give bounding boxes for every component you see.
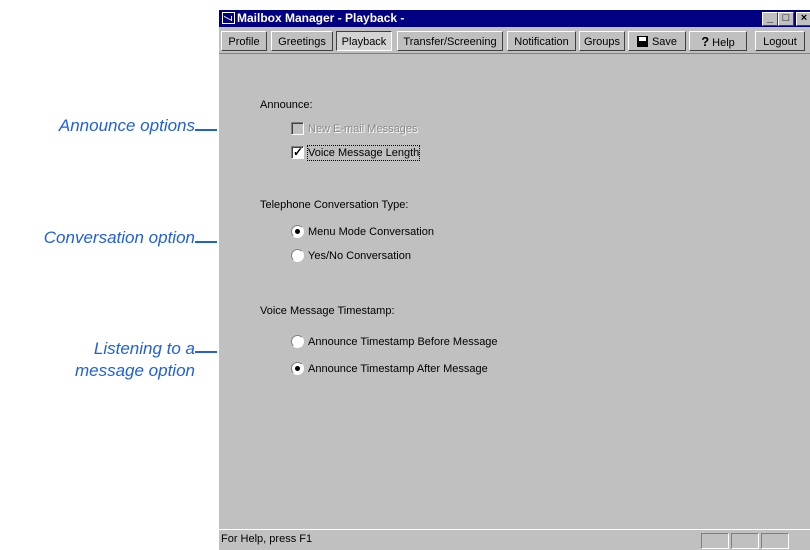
tab-profile[interactable]: Profile <box>221 31 267 51</box>
menu-mode-radio[interactable] <box>291 225 304 238</box>
timestamp-before-label: Announce Timestamp Before Message <box>308 336 498 348</box>
tab-groups[interactable]: Groups <box>579 31 625 51</box>
menu-mode-label: Menu Mode Conversation <box>308 226 434 238</box>
voice-length-label: Voice Message Length <box>306 145 421 161</box>
annotation-conversation-option: Conversation option <box>43 228 195 247</box>
status-panel <box>731 533 759 549</box>
timestamp-after-label: Announce Timestamp After Message <box>308 363 488 375</box>
status-panel <box>761 533 789 549</box>
tab-greetings[interactable]: Greetings <box>271 31 333 51</box>
annotation-listening-line1: Listening to a <box>93 339 195 358</box>
tab-notification[interactable]: Notification <box>507 31 576 51</box>
tab-transfer-label: Transfer/Screening <box>403 36 497 48</box>
radio-selected-dot <box>295 366 300 371</box>
tab-notification-label: Notification <box>514 36 569 48</box>
status-bar: For Help, press F1 <box>219 529 810 550</box>
save-button[interactable]: Save <box>628 31 686 51</box>
logout-label: Logout <box>763 36 797 48</box>
yes-no-label: Yes/No Conversation <box>308 250 411 262</box>
tab-greetings-label: Greetings <box>278 36 326 48</box>
window-title: Mailbox Manager - Playback - <box>237 11 405 25</box>
save-label: Save <box>651 36 678 48</box>
yes-no-radio[interactable] <box>291 249 304 262</box>
toolbar: Profile Greetings Playback Transfer/Scre… <box>219 29 810 54</box>
close-button[interactable]: × <box>796 12 810 26</box>
timestamp-before-radio[interactable] <box>291 335 304 348</box>
tab-transfer-screening[interactable]: Transfer/Screening <box>397 31 503 51</box>
annotation-announce-options: Announce options <box>58 116 195 135</box>
voice-length-checkbox[interactable]: ✓ <box>291 145 304 159</box>
tab-profile-label: Profile <box>228 36 260 48</box>
help-question-icon: ? <box>701 34 710 49</box>
help-label: Help <box>712 37 735 49</box>
conversation-heading: Telephone Conversation Type: <box>260 199 409 211</box>
checkmark-icon: ✓ <box>293 145 304 159</box>
new-email-label: New E-mail Messages <box>308 123 418 135</box>
announce-heading: Announce: <box>260 99 313 111</box>
mailbox-manager-window: Mailbox Manager - Playback - _ □ × Profi… <box>217 9 810 550</box>
playback-panel: Announce: New E-mail Messages ✓ Voice Me… <box>219 55 810 528</box>
timestamp-heading: Voice Message Timestamp: <box>260 305 395 317</box>
status-panel <box>701 533 729 549</box>
annotation-listening-option: Listening to a message option <box>0 338 195 382</box>
new-email-checkbox[interactable] <box>291 122 304 135</box>
minimize-button[interactable]: _ <box>762 12 778 26</box>
annotation-listening-line2: message option <box>74 361 195 380</box>
tab-groups-label: Groups <box>583 36 621 48</box>
floppy-disk-icon <box>636 36 648 47</box>
title-bar[interactable]: Mailbox Manager - Playback - _ □ × <box>219 10 810 27</box>
radio-selected-dot <box>295 229 300 234</box>
tab-playback-label: Playback <box>341 36 387 48</box>
status-text: For Help, press F1 <box>221 533 313 545</box>
timestamp-after-radio[interactable] <box>291 362 304 375</box>
logout-button[interactable]: Logout <box>755 31 805 51</box>
maximize-button[interactable]: □ <box>778 12 794 26</box>
mail-envelope-icon <box>222 12 235 24</box>
help-button[interactable]: ? Help <box>689 31 747 51</box>
tab-playback[interactable]: Playback <box>336 31 392 51</box>
